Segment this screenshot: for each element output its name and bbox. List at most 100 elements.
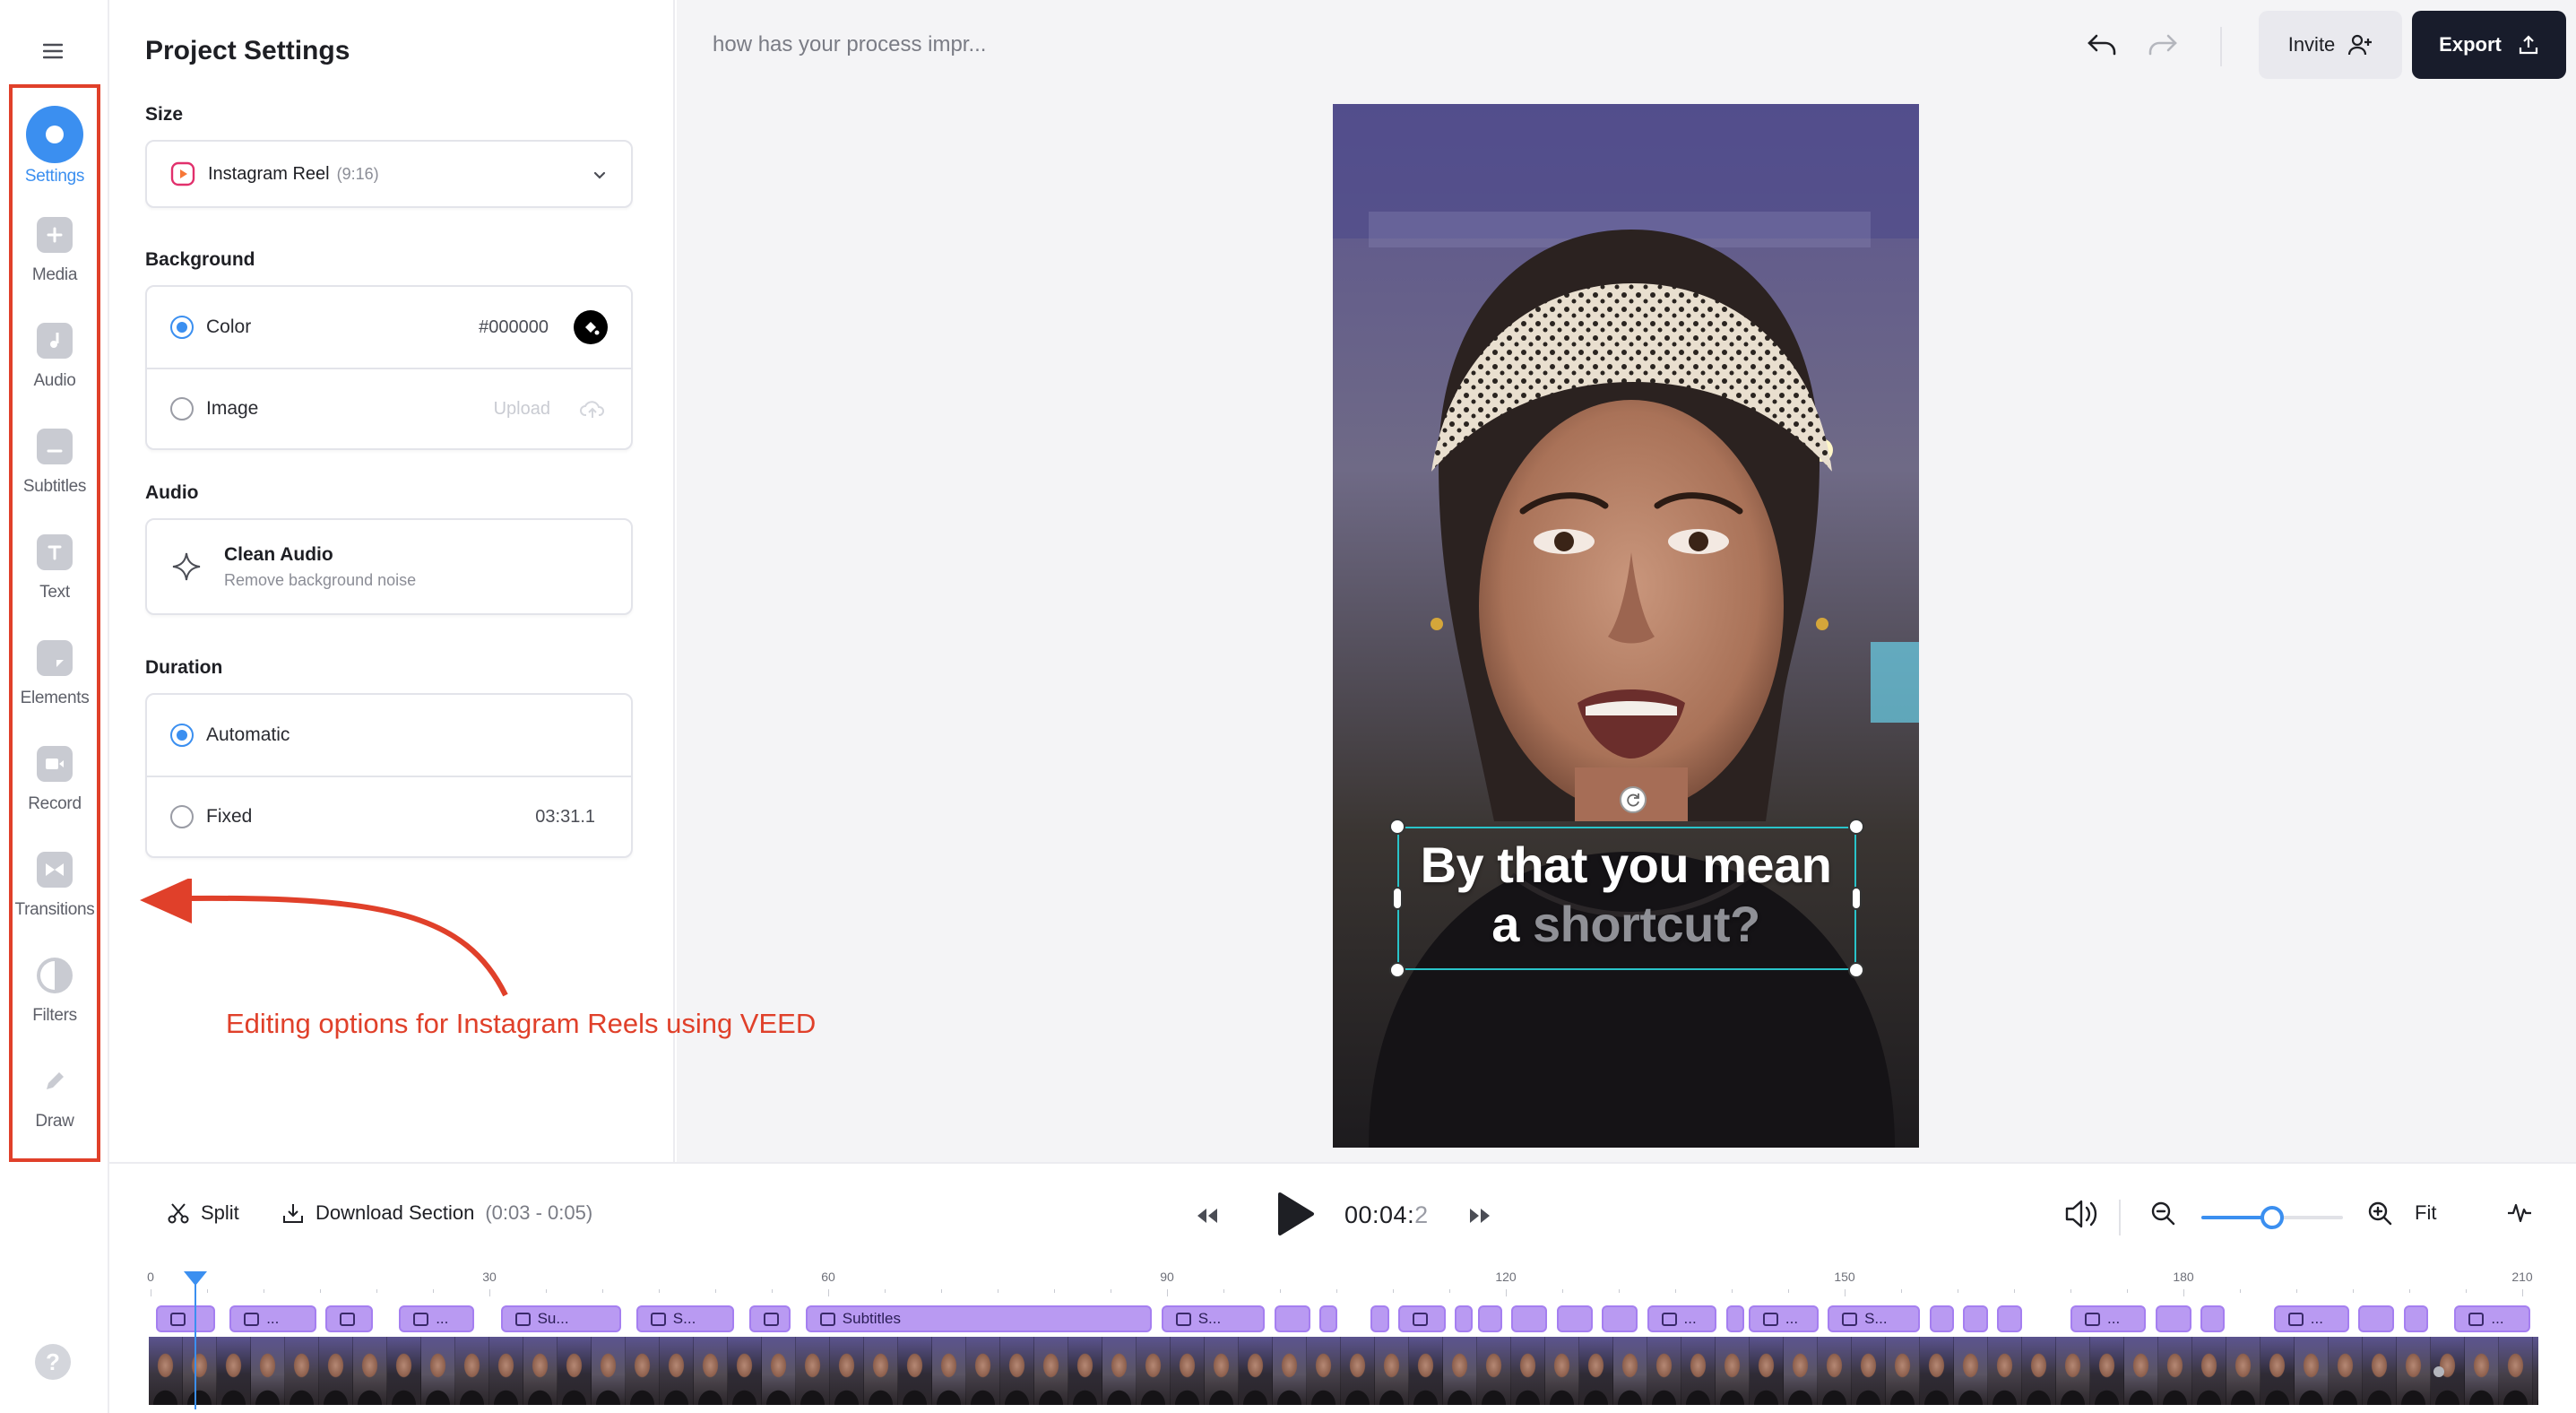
resize-handle-left[interactable] (1392, 887, 1403, 910)
project-title[interactable]: how has your process impr... (713, 32, 986, 57)
subtitle-clip[interactable]: ... (1647, 1305, 1717, 1332)
video-track[interactable] (149, 1337, 2538, 1405)
rail-item-subtitles[interactable]: Subtitles (13, 405, 97, 511)
timeline-scroll-handle-icon[interactable] (2433, 1365, 2445, 1378)
duration-fixed-option[interactable]: Fixed 03:31.1 (147, 776, 631, 856)
subtitle-clip[interactable] (1602, 1305, 1638, 1332)
subtitle-clip[interactable]: ... (2273, 1305, 2349, 1332)
subtitle-clip[interactable] (1319, 1305, 1338, 1332)
page-title: Project Settings (145, 36, 350, 65)
duration-automatic-option[interactable]: Automatic (147, 695, 631, 776)
color-swatch[interactable] (574, 310, 608, 344)
image-option-label: Image (206, 398, 259, 419)
redo-icon[interactable] (2145, 30, 2179, 61)
subtitle-clip-icon (2085, 1312, 2100, 1326)
camera-icon (37, 746, 73, 782)
subtitle-clip[interactable]: S... (635, 1305, 735, 1332)
video-thumbnail (796, 1337, 830, 1405)
waveform-icon[interactable] (2506, 1201, 2533, 1225)
video-thumbnail (251, 1337, 285, 1405)
subtitle-clip[interactable] (325, 1305, 373, 1332)
download-section-button[interactable]: Download Section (0:03 - 0:05) (281, 1201, 592, 1225)
subtitle-clip[interactable] (2200, 1305, 2226, 1332)
volume-icon[interactable] (2063, 1198, 2099, 1230)
subtitle-clip-icon (1762, 1312, 1778, 1326)
zoom-in-icon[interactable] (2366, 1200, 2393, 1227)
rail-item-filters[interactable]: Filters (13, 934, 97, 1040)
image-radio[interactable] (170, 397, 194, 420)
rail-item-draw[interactable]: Draw (13, 1040, 97, 1146)
ruler-tick (1562, 1289, 1563, 1293)
subtitle-clip[interactable]: ... (1748, 1305, 1819, 1332)
background-color-option[interactable]: Color #000000 (147, 287, 631, 368)
rail-item-settings[interactable]: Settings (13, 88, 97, 194)
subtitle-clip[interactable] (1398, 1305, 1446, 1332)
zoom-out-icon[interactable] (2149, 1200, 2176, 1227)
subtitle-clip[interactable] (1929, 1305, 1954, 1332)
subtitle-clip[interactable] (2155, 1305, 2191, 1332)
video-thumbnail (2158, 1337, 2192, 1405)
subtitle-clip[interactable] (1556, 1305, 1593, 1332)
rail-item-text[interactable]: Text (13, 511, 97, 617)
fit-button[interactable]: Fit (2415, 1201, 2436, 1225)
video-preview[interactable]: By that you mean a shortcut? (1333, 104, 1919, 1148)
subtitle-clip[interactable] (1963, 1305, 1988, 1332)
rail-item-media[interactable]: Media (13, 194, 97, 299)
rail-item-elements[interactable]: Elements (13, 617, 97, 723)
playhead[interactable] (182, 1270, 209, 1409)
subtitle-clip[interactable]: ... (229, 1305, 316, 1332)
subtitle-clip[interactable]: ... (2070, 1305, 2147, 1332)
background-image-option[interactable]: Image Upload (147, 368, 631, 448)
fixed-radio[interactable] (170, 805, 194, 828)
subtitle-clip[interactable]: ... (2454, 1305, 2530, 1332)
play-icon[interactable] (1275, 1191, 1316, 1237)
skip-forward-icon[interactable] (1468, 1207, 1491, 1225)
rail-item-transitions[interactable]: Transitions (13, 828, 97, 934)
upload-button[interactable]: Upload (494, 399, 550, 420)
ruler-tick (828, 1289, 829, 1296)
rotate-handle-icon[interactable] (1620, 786, 1647, 813)
subtitle-clip[interactable] (1370, 1305, 1389, 1332)
subtitle-clip[interactable] (748, 1305, 791, 1332)
zoom-slider-handle[interactable] (2260, 1206, 2284, 1229)
resize-handle-bottom-right[interactable] (1848, 962, 1864, 978)
clean-audio-button[interactable]: Clean Audio Remove background noise (145, 518, 633, 615)
subtitle-clip[interactable] (2403, 1305, 2429, 1332)
rail-item-audio[interactable]: Audio (13, 299, 97, 405)
ruler-tick (2014, 1289, 2015, 1293)
subtitle-clip[interactable] (1455, 1305, 1474, 1332)
help-button[interactable]: ? (35, 1344, 71, 1380)
subtitle-clip[interactable] (2358, 1305, 2395, 1332)
export-button[interactable]: Export (2412, 11, 2566, 79)
subtitle-clip[interactable]: S... (1828, 1305, 1921, 1332)
resize-handle-top-right[interactable] (1848, 819, 1864, 835)
resize-handle-top-left[interactable] (1389, 819, 1405, 835)
skip-back-icon[interactable] (1196, 1207, 1219, 1225)
undo-icon[interactable] (2086, 30, 2120, 61)
subtitle-clip[interactable] (1274, 1305, 1310, 1332)
zoom-slider[interactable] (2201, 1206, 2343, 1229)
resize-handle-right[interactable] (1851, 887, 1862, 910)
subtitle-clip[interactable] (1511, 1305, 1548, 1332)
subtitle-clip[interactable]: ... (399, 1305, 475, 1332)
rail-item-record[interactable]: Record (13, 723, 97, 828)
automatic-radio[interactable] (170, 724, 194, 747)
split-button[interactable]: Split (167, 1201, 239, 1225)
invite-button[interactable]: Invite (2259, 11, 2402, 79)
resize-handle-bottom-left[interactable] (1389, 962, 1405, 978)
subtitle-clip[interactable]: Subtitles (805, 1305, 1153, 1332)
timeline[interactable]: 0 30 60 90 120 150 180 210 ...... Su... S... Subti… (109, 1270, 2576, 1413)
subtitle-clip[interactable]: Su... (500, 1305, 622, 1332)
size-select[interactable]: Instagram Reel (9:16) (145, 140, 633, 208)
color-radio[interactable] (170, 316, 194, 339)
subtitle-clip[interactable]: S... (1161, 1305, 1266, 1332)
rail-item-label: Elements (20, 689, 90, 707)
cloud-upload-icon[interactable] (579, 398, 606, 420)
ruler-tick (1619, 1289, 1620, 1293)
caption-selection-box[interactable] (1397, 827, 1856, 970)
subtitle-clip[interactable] (1725, 1305, 1744, 1332)
subtitle-clip[interactable] (1997, 1305, 2022, 1332)
video-thumbnail (387, 1337, 421, 1405)
subtitle-clip[interactable] (1477, 1305, 1502, 1332)
hamburger-menu-icon[interactable] (39, 38, 66, 65)
